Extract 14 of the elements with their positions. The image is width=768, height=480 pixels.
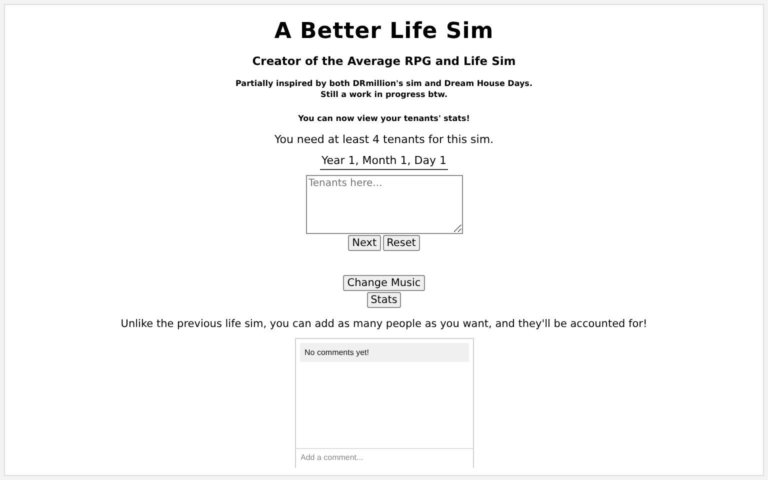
- date-label: Year 1, Month 1, Day 1: [320, 154, 448, 170]
- requirement-text: You need at least 4 tenants for this sim.: [274, 133, 494, 146]
- subtitle: Creator of the Average RPG and Life Sim: [252, 54, 516, 68]
- empty-message: No comments yet!: [300, 343, 468, 362]
- description: Unlike the previous life sim, you can add as many people as you want, and they'll be accounted for!: [120, 318, 648, 330]
- tenants-field[interactable]: Tenants here...: [306, 175, 462, 234]
- note-text: Partially inspired by both DRmillion's sim and Dream House Days.: [236, 78, 532, 89]
- stats-button[interactable]: Stats: [366, 292, 402, 308]
- note-text: Still a work in progress btw.: [320, 89, 448, 100]
- page-title: A Better Life Sim: [274, 19, 494, 44]
- announcement: You can now view your tenants' stats!: [298, 114, 470, 123]
- music-button[interactable]: Change Music: [343, 275, 425, 291]
- reset-button[interactable]: Reset: [382, 235, 420, 251]
- next-button[interactable]: Next: [348, 235, 381, 251]
